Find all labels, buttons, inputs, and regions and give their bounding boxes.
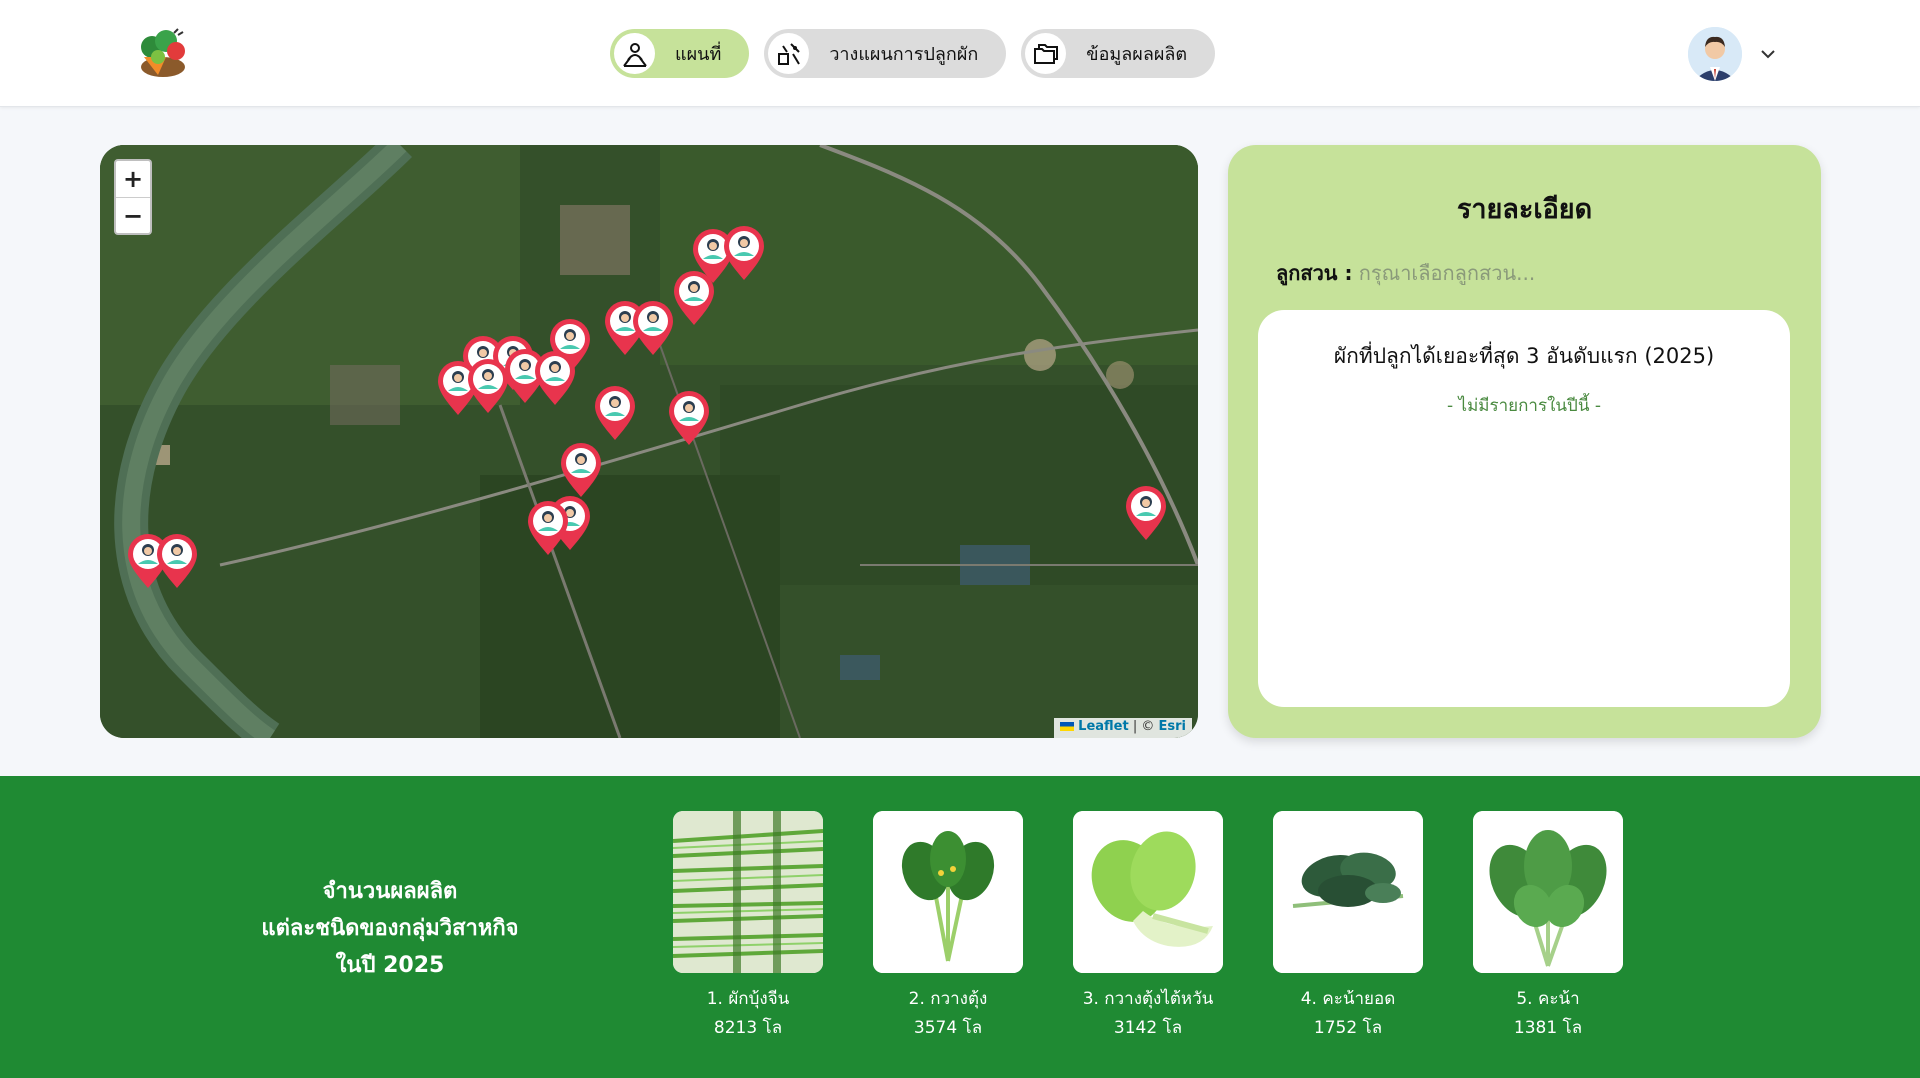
product-name: 1. ผักบุ้งจีน	[706, 989, 790, 1009]
nav-production-data-label: ข้อมูลผลผลิต	[1086, 44, 1188, 65]
farmer-marker[interactable]	[724, 226, 764, 280]
farmer-marker[interactable]	[157, 534, 197, 588]
product-card[interactable]: 1. ผักบุ้งจีน 8213 โล	[673, 811, 823, 1043]
attribution-separator: | ©	[1128, 719, 1159, 734]
map-attribution: Leaflet | © Esri	[1054, 718, 1192, 738]
product-card[interactable]: 5. คะน้า 1381 โล	[1473, 811, 1623, 1043]
farmer-selector[interactable]: ลูกสวน : กรุณาเลือกลูกสวน...	[1276, 257, 1535, 289]
nav-production-data[interactable]: ข้อมูลผลผลิต	[1021, 29, 1216, 78]
water-spinach-image	[673, 811, 823, 973]
vegetable-basket-logo[interactable]	[136, 27, 190, 79]
planting-plan-icon	[768, 33, 810, 74]
nav-planting-plan[interactable]: วางแผนการปลูกผัก	[764, 29, 1007, 78]
product-card[interactable]: 3. กวางตุ้งไต้หวัน 3142 โล	[1073, 811, 1223, 1043]
product-name: 3. กวางตุ้งไต้หวัน	[1082, 989, 1214, 1009]
production-title-line: ในปี 2025	[335, 953, 445, 978]
chevron-down-icon[interactable]	[1758, 44, 1778, 64]
farm-map[interactable]: + − Leaflet | © Esri	[100, 145, 1198, 738]
nav-map[interactable]: แผนที่	[610, 29, 750, 78]
details-panel: รายละเอียด ลูกสวน : กรุณาเลือกลูกสวน... …	[1228, 145, 1821, 738]
product-quantity: 1752 โล	[1313, 1018, 1383, 1038]
farmer-marker[interactable]	[535, 351, 575, 405]
production-title: จำนวนผลผลิต แต่ละชนิดของกลุ่มวิสาหกิจ ใน…	[240, 873, 540, 984]
production-section: จำนวนผลผลิต แต่ละชนิดของกลุ่มวิสาหกิจ ใน…	[0, 776, 1920, 1078]
zoom-control: + −	[114, 159, 152, 235]
farmer-markers-layer	[128, 226, 1166, 588]
user-avatar[interactable]	[1688, 27, 1742, 81]
production-title-line: แต่ละชนิดของกลุ่มวิสาหกิจ	[261, 916, 519, 941]
top-vegetables-card: ผักที่ปลูกได้เยอะที่สุด 3 อันดับแรก (202…	[1258, 310, 1790, 707]
product-quantity: 8213 โล	[713, 1018, 783, 1038]
ukraine-flag-icon	[1060, 722, 1075, 731]
product-name: 2. กวางตุ้ง	[908, 989, 988, 1009]
choy-sum-image	[873, 811, 1023, 973]
chinese-kale-image	[1473, 811, 1623, 973]
esri-link[interactable]: Esri	[1159, 719, 1187, 734]
farmer-label: ลูกสวน :	[1276, 261, 1353, 285]
nav-planting-plan-label: วางแผนการปลูกผัก	[829, 44, 979, 65]
leaflet-link[interactable]: Leaflet	[1078, 719, 1129, 734]
farmer-marker[interactable]	[669, 391, 709, 445]
folders-icon	[1025, 33, 1067, 74]
top-vegetables-empty: - ไม่มีรายการในปีนี้ -	[1447, 396, 1601, 416]
map-pin-person-icon	[614, 33, 655, 74]
product-card[interactable]: 4. คะน้ายอด 1752 โล	[1273, 811, 1423, 1043]
top-vegetables-title: ผักที่ปลูกได้เยอะที่สุด 3 อันดับแรก (202…	[1333, 344, 1715, 368]
top-navbar: แผนที่ วางแผนการปลูกผัก ข้อมูลผลผลิต	[0, 0, 1920, 107]
zoom-in-button[interactable]: +	[116, 161, 150, 197]
farmer-placeholder: กรุณาเลือกลูกสวน...	[1358, 261, 1536, 285]
farmer-marker[interactable]	[674, 271, 714, 325]
bok-choy-image	[1073, 811, 1223, 973]
product-quantity: 1381 โล	[1513, 1018, 1583, 1038]
farmer-marker[interactable]	[468, 359, 508, 413]
production-title-line: จำนวนผลผลิต	[322, 879, 458, 904]
farmer-marker[interactable]	[633, 301, 673, 355]
product-quantity: 3574 โล	[913, 1018, 983, 1038]
farmer-marker[interactable]	[528, 501, 568, 555]
kale-shoot-image	[1273, 811, 1423, 973]
product-list: 1. ผักบุ้งจีน 8213 โล 2. กวางตุ้ง 3574 โ…	[673, 811, 1623, 1043]
main-nav: แผนที่ วางแผนการปลูกผัก ข้อมูลผลผลิต	[610, 29, 1216, 78]
product-card[interactable]: 2. กวางตุ้ง 3574 โล	[873, 811, 1023, 1043]
details-title: รายละเอียด	[1456, 194, 1593, 225]
product-name: 5. คะน้า	[1516, 989, 1580, 1009]
farmer-marker[interactable]	[561, 443, 601, 497]
product-quantity: 3142 โล	[1113, 1018, 1183, 1038]
farmer-marker[interactable]	[1126, 486, 1166, 540]
product-name: 4. คะน้ายอด	[1300, 989, 1396, 1009]
zoom-out-button[interactable]: −	[116, 197, 150, 233]
nav-map-label: แผนที่	[675, 44, 722, 65]
farmer-marker[interactable]	[595, 386, 635, 440]
